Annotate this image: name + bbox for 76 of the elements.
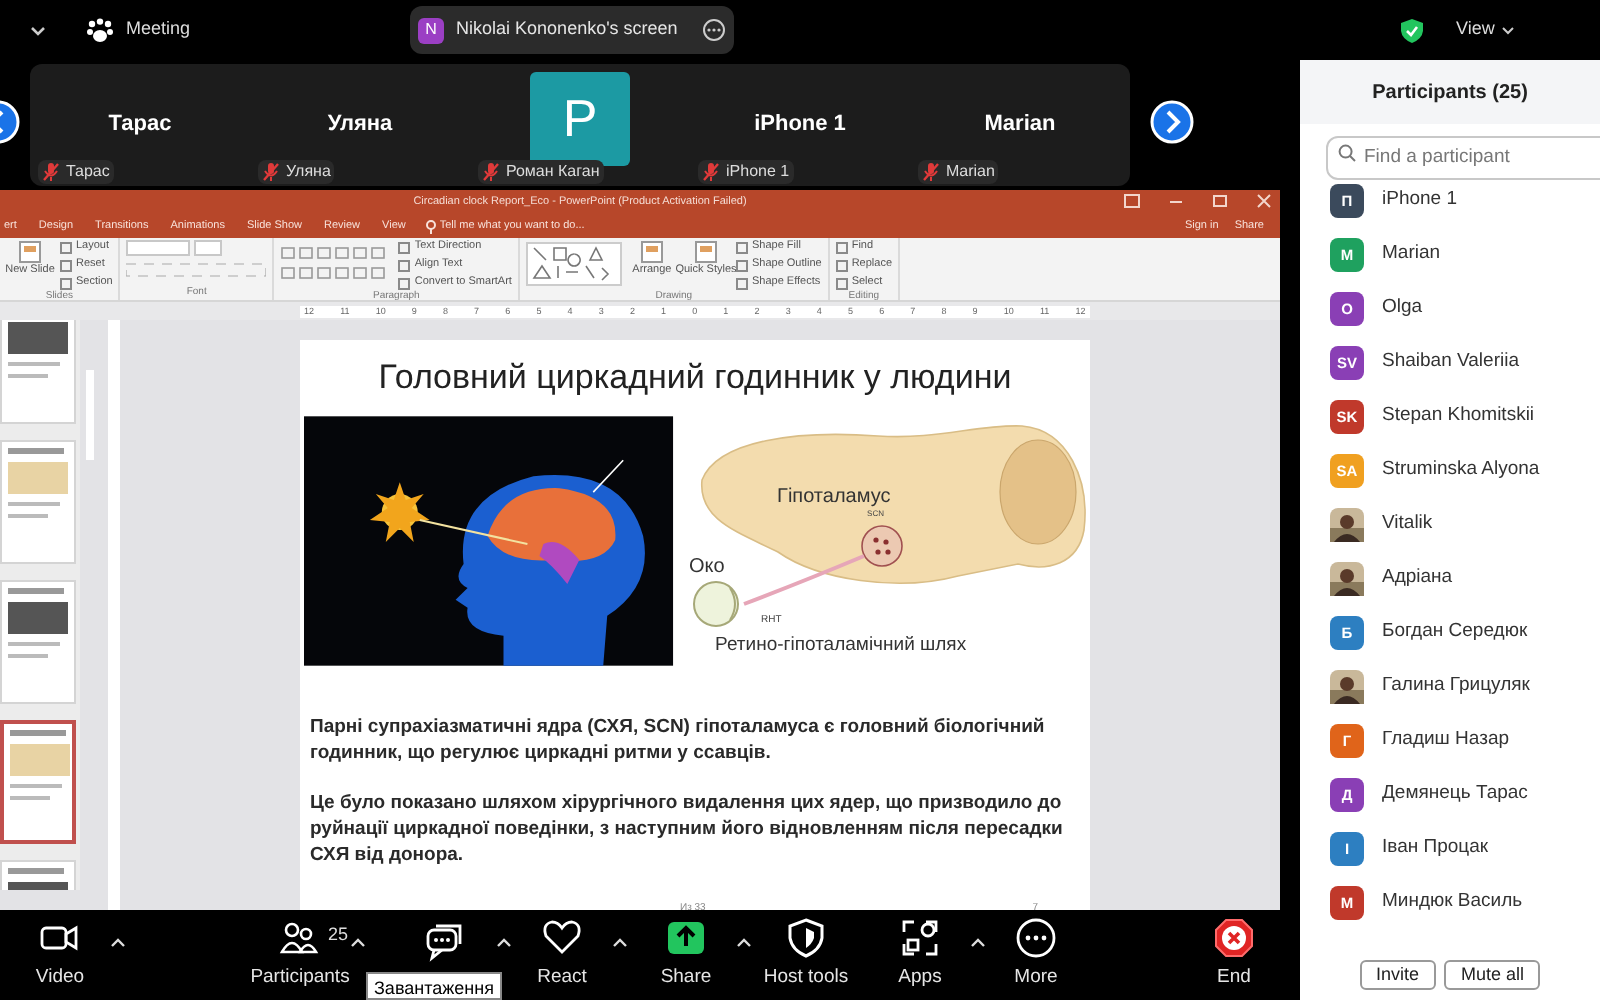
ribbon-display-icon[interactable] [1124, 194, 1140, 208]
meeting-label: Meeting [126, 16, 191, 43]
name-label-text: Тарас [66, 160, 110, 184]
close-icon [1212, 916, 1256, 961]
toolbar-button[interactable]: Share [638, 915, 734, 995]
participant-name: Богдан Середюк [1382, 618, 1528, 647]
panel-button[interactable]: Invite [1360, 959, 1436, 989]
participant-name: Уляна [327, 110, 393, 141]
shield-icon [784, 916, 828, 961]
more-icon[interactable] [702, 18, 727, 42]
toolbar-button[interactable]: More [988, 915, 1084, 995]
participant-name: Галина Грицуляк [1382, 672, 1530, 701]
shapes-gallery-drawing[interactable] [525, 242, 622, 286]
next-page-button[interactable] [1150, 100, 1194, 144]
font-name-field[interactable] [126, 240, 191, 256]
participant-name: Shaiban Valeriia [1382, 348, 1519, 377]
pathway-line [741, 553, 866, 605]
initial-avatar: N [418, 17, 445, 43]
panel-title: Participants (25) [1372, 79, 1528, 107]
font-size-field[interactable] [194, 240, 223, 256]
participant-name: Демянець Тарас [1382, 780, 1528, 809]
slide-paragraph: Парні супрахіазматичні ядра (СХЯ, SCN) гіпоталамуса є головний біологічний годинник, що регулює циркадні ритми у ссавців. [310, 713, 1047, 765]
search-icon [1338, 144, 1356, 162]
caret-icon[interactable] [348, 933, 368, 949]
eye-drawing [689, 579, 742, 627]
participant-name: Vitalik [1382, 510, 1433, 539]
caret-icon[interactable] [108, 933, 128, 949]
slide-title: Головний циркадний годинник у людини [378, 356, 1012, 400]
participant-name: iPhone 1 [1382, 186, 1458, 215]
participant-name: Struminska Alyona [1382, 456, 1540, 485]
participant-name: Stepan Khomitskii [1382, 402, 1535, 431]
caret-icon[interactable] [734, 933, 754, 949]
slide-paragraph: Це було показано шляхом хірургічного видалення цих ядер, що призводило до руйнації циркадної поведінки, з наступним його відновленням після пересадки СХЯ від донора. [310, 789, 1065, 867]
toolbar-button[interactable]: End [1186, 915, 1282, 995]
participant-row[interactable]: Галина Грицуляк [1300, 660, 1600, 714]
toolbar-button[interactable]: Video [12, 915, 108, 995]
participant-name: iPhone 1 [754, 110, 846, 141]
participant-name: Миндюк Василь [1382, 888, 1523, 917]
participant-name: Olga [1382, 294, 1423, 323]
search-field[interactable]: Find a participant [1326, 135, 1600, 179]
participant-name: Marian [984, 110, 1056, 141]
shield-check-icon [1400, 17, 1424, 43]
caret-icon[interactable] [494, 933, 514, 949]
caret-icon[interactable] [1500, 22, 1517, 38]
name-label-text: Роман Каган [506, 160, 600, 184]
participant-name: Гладиш Назар [1382, 726, 1510, 755]
caret-icon[interactable] [968, 933, 988, 949]
more-icon [1014, 916, 1058, 961]
participant-count: 25 [328, 921, 349, 947]
close-icon[interactable] [1256, 194, 1272, 208]
lightbulb-icon [425, 219, 436, 233]
participant-row[interactable]: Vitalik [1300, 498, 1600, 552]
participant-name: Адріана [1382, 564, 1453, 593]
view-button[interactable]: View [1456, 16, 1495, 44]
toolbar-button[interactable]: React [514, 915, 610, 995]
paw-icon [86, 17, 114, 43]
name-label-text: Marian [946, 160, 995, 184]
participant-row[interactable]: Адріана [1300, 552, 1600, 606]
slide-thumbnail[interactable] [0, 720, 76, 844]
share-title: Nikolai Kononenko's screen [456, 16, 678, 43]
name-label-text: iPhone 1 [726, 160, 790, 184]
panel-button[interactable]: Mute all [1444, 959, 1540, 989]
toolbar-button[interactable]: Host tools [754, 915, 858, 995]
toolbar-button[interactable]: 25 Participants [252, 915, 348, 995]
caret-icon[interactable] [610, 933, 630, 949]
apps-icon [898, 916, 942, 961]
maximize-icon[interactable] [1212, 194, 1228, 208]
name-label-text: Уляна [286, 160, 331, 184]
avatar-tile: P [530, 72, 630, 166]
toolbar-button[interactable]: Apps [872, 915, 968, 995]
participant-name: Тарас [108, 110, 172, 141]
diagram-label: Око [689, 553, 725, 581]
participant-name: Marian [1382, 240, 1441, 269]
diagram-label: Гіпоталамус [777, 483, 891, 510]
participant-name: Іван Процак [1382, 834, 1489, 863]
tooltip: Завантаження [366, 972, 502, 1000]
